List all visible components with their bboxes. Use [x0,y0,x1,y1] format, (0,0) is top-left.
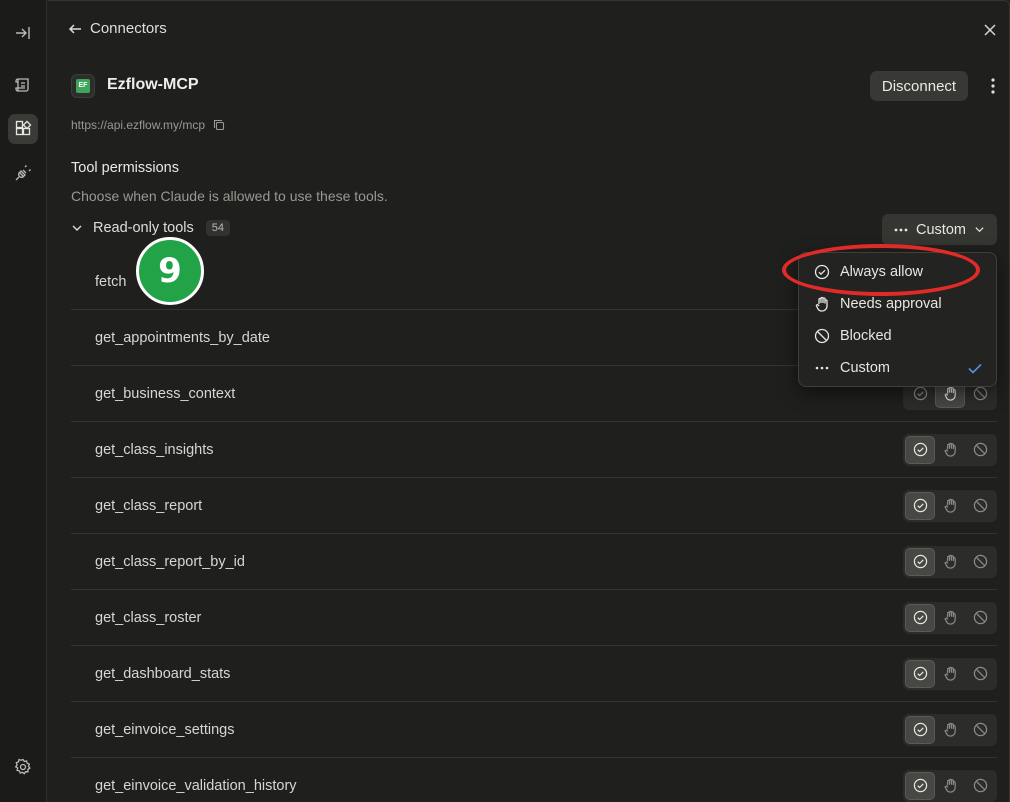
scroll-icon[interactable] [8,70,38,100]
check-circle-icon [814,264,830,280]
group-permission-dropdown[interactable]: Custom [882,214,997,245]
block-icon[interactable] [965,436,995,464]
hand-icon [815,296,828,312]
arrow-left-icon [68,23,81,34]
check-circle-icon[interactable] [905,603,935,632]
tool-permission-toggle [903,769,997,802]
settings-gear-icon[interactable] [8,752,38,782]
tool-row: get_einvoice_settings [71,702,997,758]
tool-row: get_class_roster [71,590,997,646]
menu-item-label: Blocked [840,328,892,344]
server-url-text: https://api.ezflow.my/mcp [71,118,206,132]
hand-icon[interactable] [935,548,965,576]
menu-item-label: Custom [840,360,890,376]
close-icon[interactable] [979,19,1001,41]
block-icon[interactable] [965,772,995,800]
tool-row: get_dashboard_stats [71,646,997,702]
tool-name: fetch [95,273,127,290]
tool-name: get_einvoice_validation_history [95,777,297,794]
ellipsis-icon [815,366,829,370]
check-circle-icon[interactable] [905,715,935,744]
menu-item-blocked[interactable]: Blocked [799,320,996,352]
plug-icon[interactable] [8,158,38,188]
check-circle-icon[interactable] [905,491,935,520]
check-circle-icon[interactable] [905,547,935,576]
tool-name: get_appointments_by_date [95,329,270,346]
tool-row: get_class_report [71,478,997,534]
block-icon[interactable] [965,604,995,632]
group-label: Read-only tools [93,220,194,236]
tool-name: get_class_report [95,497,203,514]
tool-name: get_class_report_by_id [95,553,245,570]
server-name: Ezflow-MCP [107,76,199,93]
tool-row: get_einvoice_validation_history [71,758,997,802]
ellipsis-icon [894,228,908,231]
hand-icon[interactable] [935,660,965,688]
block-icon[interactable] [965,548,995,576]
block-icon[interactable] [965,716,995,744]
tool-permission-toggle [903,657,997,690]
read-only-tools-group-toggle[interactable]: Read-only tools 54 [71,220,230,236]
hand-icon[interactable] [935,772,965,800]
tool-name: get_class_roster [95,609,202,626]
tool-name: get_dashboard_stats [95,665,231,682]
tool-permission-toggle [903,601,997,634]
menu-item-label: Always allow [840,264,923,280]
tool-row: get_class_insights [71,422,997,478]
expand-sidebar-icon[interactable] [8,18,38,48]
menu-item-always-allow[interactable]: Always allow [799,256,996,288]
connector-detail-panel: Connectors EF Ezflow-MCP Disconnect http… [48,0,1010,802]
menu-item-needs-approval[interactable]: Needs approval [799,288,996,320]
copy-icon[interactable] [213,119,225,131]
check-circle-icon[interactable] [905,435,935,464]
block-icon[interactable] [965,492,995,520]
check-circle-icon[interactable] [905,659,935,688]
tool-permissions-description: Choose when Claude is allowed to use the… [71,188,388,204]
checkmark-icon [968,363,982,374]
hand-icon[interactable] [935,716,965,744]
tool-row: get_class_report_by_id [71,534,997,590]
hand-icon[interactable] [935,604,965,632]
dropdown-value: Custom [916,221,966,238]
hand-icon[interactable] [935,492,965,520]
disconnect-button[interactable]: Disconnect [870,71,968,101]
permission-menu: Always allow Needs approval Blocked Cust… [798,252,997,387]
chevron-down-icon [72,225,82,231]
back-to-connectors-link[interactable]: Connectors [68,20,167,37]
tool-name: get_class_insights [95,441,214,458]
chevron-down-icon [975,227,984,233]
back-label: Connectors [90,20,167,37]
tool-name: get_business_context [95,385,236,402]
tool-permission-toggle [903,489,997,522]
tool-count-badge: 54 [205,220,230,236]
left-rail [0,0,47,802]
hand-icon[interactable] [935,436,965,464]
server-logo: EF [71,74,95,98]
tool-permission-toggle [903,545,997,578]
check-circle-icon[interactable] [905,771,935,800]
block-icon [814,328,830,344]
tool-permissions-heading: Tool permissions [71,160,179,176]
tool-name: get_einvoice_settings [95,721,235,738]
tool-permission-toggle [903,433,997,466]
server-url: https://api.ezflow.my/mcp [71,118,225,132]
block-icon[interactable] [965,660,995,688]
step-number-badge: 9 [136,237,204,305]
connectors-icon[interactable] [8,114,38,144]
tool-permission-toggle [903,713,997,746]
more-options-icon[interactable] [982,72,1004,100]
menu-item-label: Needs approval [840,296,942,312]
menu-item-custom[interactable]: Custom [799,352,996,384]
